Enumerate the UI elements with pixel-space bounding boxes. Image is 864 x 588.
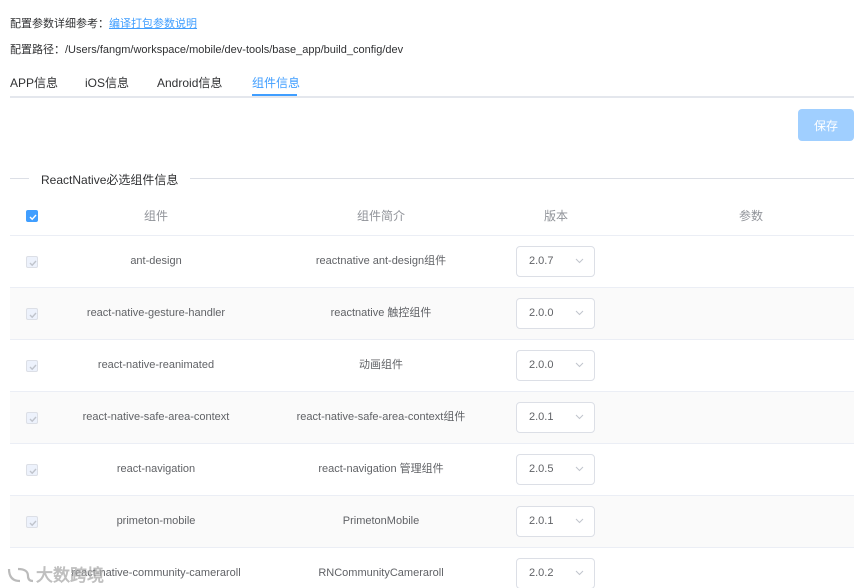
version-value: 2.0.5 bbox=[529, 463, 554, 475]
build-params-doc-link[interactable]: 编译打包参数说明 bbox=[109, 18, 197, 30]
table-row: react-native-gesture-handler reactnative… bbox=[10, 288, 854, 340]
params-cell bbox=[608, 288, 864, 339]
column-header-version: 版本 bbox=[543, 209, 568, 223]
chevron-down-icon bbox=[575, 518, 584, 524]
check-icon bbox=[29, 364, 37, 370]
watermark: 大数跨境 bbox=[6, 561, 104, 586]
component-name: react-navigation bbox=[116, 463, 196, 475]
params-cell bbox=[608, 392, 864, 443]
version-select[interactable]: 2.0.1 bbox=[516, 402, 595, 433]
version-select[interactable]: 2.0.0 bbox=[516, 350, 595, 381]
table-row: ant-design reactnative ant-design组件 2.0.… bbox=[10, 236, 854, 288]
params-cell bbox=[608, 444, 864, 495]
check-icon bbox=[29, 260, 37, 266]
row-checkbox bbox=[26, 411, 38, 424]
table-row: primeton-mobile PrimetonMobile 2.0.1 bbox=[10, 496, 854, 548]
params-cell bbox=[608, 340, 864, 391]
version-select[interactable]: 2.0.1 bbox=[516, 506, 595, 537]
version-select[interactable]: 2.0.0 bbox=[516, 298, 595, 329]
component-description: react-navigation 管理组件 bbox=[318, 463, 444, 475]
tab-app-info[interactable]: APP信息 bbox=[10, 74, 58, 91]
save-button[interactable]: 保存 bbox=[798, 109, 854, 141]
config-path-line: 配置路径：/Users/fangm/workspace/mobile/dev-t… bbox=[10, 41, 403, 57]
row-checkbox bbox=[26, 255, 38, 268]
component-description: react-native-safe-area-context组件 bbox=[296, 411, 466, 423]
column-header-params: 参数 bbox=[738, 209, 763, 223]
component-name: react-native-safe-area-context bbox=[82, 411, 230, 423]
version-value: 2.0.0 bbox=[529, 359, 554, 371]
chevron-down-icon bbox=[575, 414, 584, 420]
row-checkbox bbox=[26, 515, 38, 528]
table-row: react-navigation react-navigation 管理组件 2… bbox=[10, 444, 854, 496]
column-header-description: 组件简介 bbox=[356, 209, 405, 223]
version-value: 2.0.0 bbox=[529, 307, 554, 319]
component-description: 动画组件 bbox=[359, 359, 403, 371]
select-all-checkbox[interactable] bbox=[26, 210, 38, 222]
version-select[interactable]: 2.0.5 bbox=[516, 454, 595, 485]
section-title: ReactNative必选组件信息 bbox=[29, 171, 191, 188]
tab-android-info[interactable]: Android信息 bbox=[157, 74, 222, 91]
component-name: react-native-reanimated bbox=[97, 359, 215, 371]
tab-component-info[interactable]: 组件信息 bbox=[252, 74, 300, 91]
check-icon bbox=[29, 520, 37, 526]
check-icon bbox=[29, 214, 37, 221]
table-row: react-native-safe-area-context react-nat… bbox=[10, 392, 854, 444]
component-name: react-native-gesture-handler bbox=[86, 307, 226, 319]
version-select[interactable]: 2.0.2 bbox=[516, 558, 595, 588]
row-checkbox bbox=[26, 307, 38, 320]
config-path-value: /Users/fangm/workspace/mobile/dev-tools/… bbox=[65, 44, 404, 56]
version-value: 2.0.7 bbox=[529, 255, 554, 267]
watermark-text: 大数跨境 bbox=[36, 566, 104, 585]
component-description: RNCommunityCameraroll bbox=[318, 567, 444, 579]
tab-ios-info[interactable]: iOS信息 bbox=[85, 74, 129, 91]
row-checkbox bbox=[26, 463, 38, 476]
table-header: 组件 组件简介 版本 参数 bbox=[10, 196, 854, 236]
check-icon bbox=[29, 312, 37, 318]
params-cell bbox=[608, 236, 864, 287]
chevron-down-icon bbox=[575, 570, 584, 576]
chevron-down-icon bbox=[575, 466, 584, 472]
version-select[interactable]: 2.0.7 bbox=[516, 246, 595, 277]
header-checkbox-cell bbox=[10, 196, 54, 236]
version-value: 2.0.2 bbox=[529, 567, 554, 579]
reference-label: 配置参数详细参考： bbox=[10, 18, 109, 30]
component-name: primeton-mobile bbox=[116, 515, 196, 527]
table-row: react-native-community-cameraroll RNComm… bbox=[10, 548, 854, 588]
component-description: PrimetonMobile bbox=[342, 515, 420, 527]
table-row: react-native-reanimated 动画组件 2.0.0 bbox=[10, 340, 854, 392]
check-icon bbox=[29, 468, 37, 474]
tab-bar: APP信息 iOS信息 Android信息 组件信息 bbox=[10, 70, 854, 98]
chevron-down-icon bbox=[575, 362, 584, 368]
component-description: reactnative ant-design组件 bbox=[315, 255, 447, 267]
components-table: 组件 组件简介 版本 参数 ant-design reactnative ant… bbox=[10, 196, 854, 588]
component-name: ant-design bbox=[130, 255, 182, 267]
params-cell bbox=[608, 496, 864, 547]
version-value: 2.0.1 bbox=[529, 411, 554, 423]
chevron-down-icon bbox=[575, 310, 584, 316]
config-path-label: 配置路径： bbox=[10, 44, 65, 56]
row-checkbox bbox=[26, 359, 38, 372]
params-cell bbox=[608, 548, 864, 588]
check-icon bbox=[29, 416, 37, 422]
component-description: reactnative 触控组件 bbox=[330, 307, 432, 319]
reference-line: 配置参数详细参考：编译打包参数说明 bbox=[10, 15, 197, 31]
active-tab-indicator bbox=[252, 94, 297, 96]
column-header-component: 组件 bbox=[143, 209, 168, 223]
version-value: 2.0.1 bbox=[529, 515, 554, 527]
watermark-logo-icon bbox=[7, 567, 34, 583]
chevron-down-icon bbox=[575, 258, 584, 264]
